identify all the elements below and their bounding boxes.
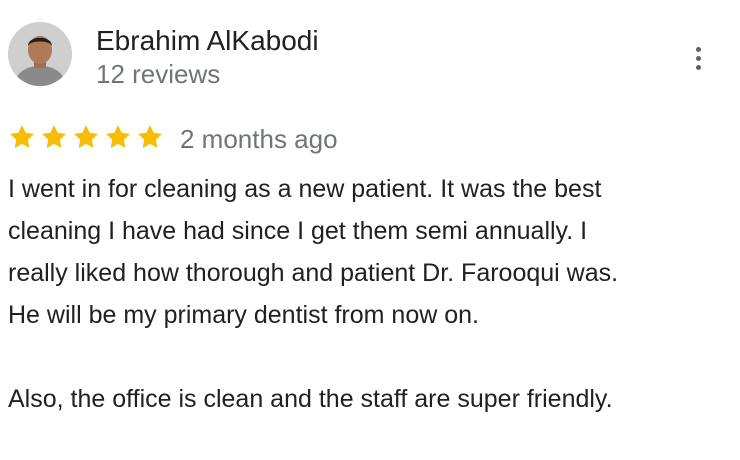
author-avatar[interactable] (8, 22, 72, 86)
review-text: I went in for cleaning as a new patient.… (8, 168, 728, 420)
star-icon (9, 125, 35, 148)
review-text-line: really liked how thorough and patient Dr… (8, 259, 619, 287)
review-text-line: cleaning I have had since I get them sem… (8, 217, 588, 245)
more-vert-icon-dot (695, 64, 701, 70)
review-text-line: He will be my primary dentist from now o… (8, 301, 479, 329)
review-text-line: I went in for cleaning as a new patient.… (8, 175, 602, 203)
star-icon (105, 125, 131, 148)
more-vert-icon-dot (695, 55, 701, 61)
star-icon (137, 125, 163, 148)
star-icon (41, 125, 67, 148)
review-text-paragraph-break (8, 336, 728, 378)
review-date: 2 months ago (180, 124, 338, 154)
author-name[interactable]: Ebrahim AlKabodi (96, 24, 319, 58)
star-rating (8, 123, 164, 151)
more-options-button[interactable] (682, 40, 714, 76)
author-review-count[interactable]: 12 reviews (96, 58, 220, 90)
review-card: Ebrahim AlKabodi 12 reviews 2 months ago… (0, 0, 740, 460)
star-icon (73, 125, 99, 148)
review-text-line: Also, the office is clean and the staff … (8, 385, 613, 413)
person-avatar-icon (8, 22, 72, 86)
more-vert-icon (695, 46, 701, 52)
